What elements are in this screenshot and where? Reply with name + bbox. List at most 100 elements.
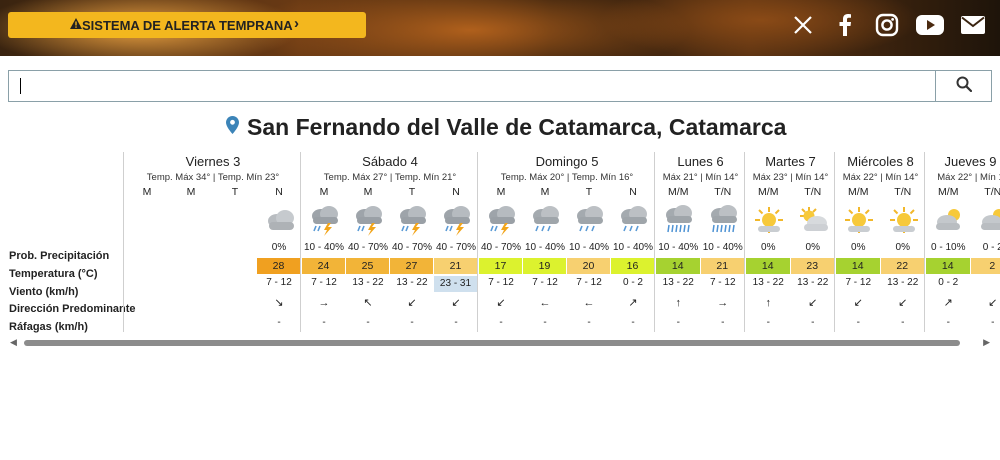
period-label: M [142,186,152,198]
wind-direction-arrow-icon: ↑ [765,297,772,309]
search-bar [8,70,992,102]
wind-direction-arrow-icon: ↙ [407,297,417,309]
precipitation-probability: 0% [805,242,820,253]
wind-gusts: - [499,317,503,328]
period-label: T/N [804,186,822,198]
period-label: T [408,186,416,198]
sun-weather-icon [887,204,921,236]
row-label-gusts: Ráfagas (km/h) [9,321,88,333]
precipitation-probability: 10 - 40% [702,242,743,253]
wind-speed: 13 - 22 [396,277,428,288]
wind-speed: 7 - 12 [576,277,602,288]
temperature-cell: 14 [656,258,700,274]
forecast-slot: M 40 - 70% 17 7 - 12 ↙ - [479,152,523,332]
precipitation-probability: 0% [895,242,910,253]
period-label: M/M [848,186,869,198]
storm-weather-icon [308,204,342,236]
row-label-direction: Dirección Predominante [9,303,136,315]
wind-speed: 13 - 22 [352,277,384,288]
precipitation-probability: 10 - 40% [658,242,699,253]
temperature-cell: 14 [746,258,790,274]
partlycloud-weather-icon [977,204,1000,236]
storm-weather-icon [440,204,474,236]
facebook-icon[interactable] [834,12,856,38]
forecast-slot: M 10 - 40% 19 7 - 12 ← - [523,152,567,332]
x-icon[interactable] [791,12,815,38]
forecast-table: Prob. Precipitación Temperatura (°C) Vie… [0,152,1000,352]
precipitation-probability: 0% [271,242,287,253]
rain-weather-icon [529,204,563,236]
wind-direction-arrow-icon: ↙ [808,297,818,309]
mail-icon[interactable] [960,12,986,38]
forecast-slot: T/N 0% 22 13 - 22 ↙ - [880,152,925,332]
precipitation-probability: 40 - 70% [347,242,389,253]
temperature-cell: 22 [880,258,924,274]
wind-direction-arrow-icon: ↑ [675,297,682,309]
precipitation-probability: 40 - 70% [480,242,522,253]
day-separator [654,152,655,332]
search-icon [956,76,973,97]
temperature-cell: 14 [836,258,880,274]
period-label: T/N [894,186,912,198]
period-label: N [275,186,283,198]
rain-weather-icon [617,204,651,236]
wind-speed: 23 - 31 [434,276,477,292]
temperature-cell: 27 [390,258,433,274]
forecast-slot: M 10 - 40% 24 7 - 12 → - [302,152,346,332]
period-label: M [540,186,550,198]
wind-direction-arrow-icon: ↗ [628,297,638,309]
wind-direction-arrow-icon: ↙ [898,297,908,309]
cloudy-weather-icon [263,204,297,236]
storm-weather-icon [396,204,430,236]
wind-direction-arrow-icon: → [318,297,330,309]
wind-direction-arrow-icon: ↙ [496,297,506,309]
partlycloud-weather-icon [932,204,966,236]
temperature-cell: 24 [302,258,345,274]
forecast-slot: T/N 0% 23 13 - 22 ↙ - [790,152,835,332]
scrollbar-thumb[interactable] [24,340,960,346]
wind-speed: 0 - 2 [622,277,643,288]
instagram-icon[interactable] [874,12,900,38]
period-label: M/M [758,186,779,198]
wind-direction-arrow-icon: ↙ [988,297,998,309]
alert-system-button[interactable]: SISTEMA DE ALERTA TEMPRANA › [8,12,366,38]
wind-gusts: - [856,317,860,328]
precipitation-probability: 10 - 40% [568,242,610,253]
period-label: N [629,186,637,198]
precipitation-probability: 40 - 70% [391,242,433,253]
day-separator [924,152,925,332]
heavyrain-weather-icon [707,204,741,236]
wind-gusts: - [543,317,547,328]
search-input[interactable] [9,71,935,101]
row-label-wind: Viento (km/h) [9,286,79,298]
text-cursor [20,78,21,94]
storm-weather-icon [485,204,519,236]
location-pin-icon [226,116,239,139]
horizontal-scrollbar[interactable]: ◀ ▶ [8,337,992,349]
precipitation-probability: 0 - 10% [931,242,966,253]
wind-speed: 7 - 12 [845,277,872,288]
forecast-slot: M/M 10 - 40% 14 13 - 22 ↑ - [656,152,700,332]
wind-gusts: - [811,317,815,328]
period-label: M [496,186,506,198]
scroll-right-icon[interactable]: ▶ [983,337,990,348]
period-label: M/M [668,186,689,198]
search-button[interactable] [935,71,992,101]
wind-gusts: - [277,317,281,328]
wind-gusts: - [766,317,770,328]
wind-gusts: - [721,317,725,328]
wind-gusts: - [946,317,950,328]
warning-icon [70,18,82,32]
page-title: San Fernando del Valle de Catamarca, Cat… [247,114,787,140]
sun-weather-icon [842,204,876,236]
scroll-left-icon[interactable]: ◀ [10,337,17,348]
period-label: M/M [938,186,959,198]
youtube-icon[interactable] [915,12,945,38]
row-label-precipitation: Prob. Precipitación [9,250,110,262]
wind-speed: 13 - 22 [662,277,694,288]
temperature-cell: 23 [790,258,834,274]
wind-gusts: - [587,317,591,328]
wind-gusts: - [676,317,680,328]
wind-speed: 7 - 12 [532,277,558,288]
temperature-cell: 16 [611,258,654,274]
